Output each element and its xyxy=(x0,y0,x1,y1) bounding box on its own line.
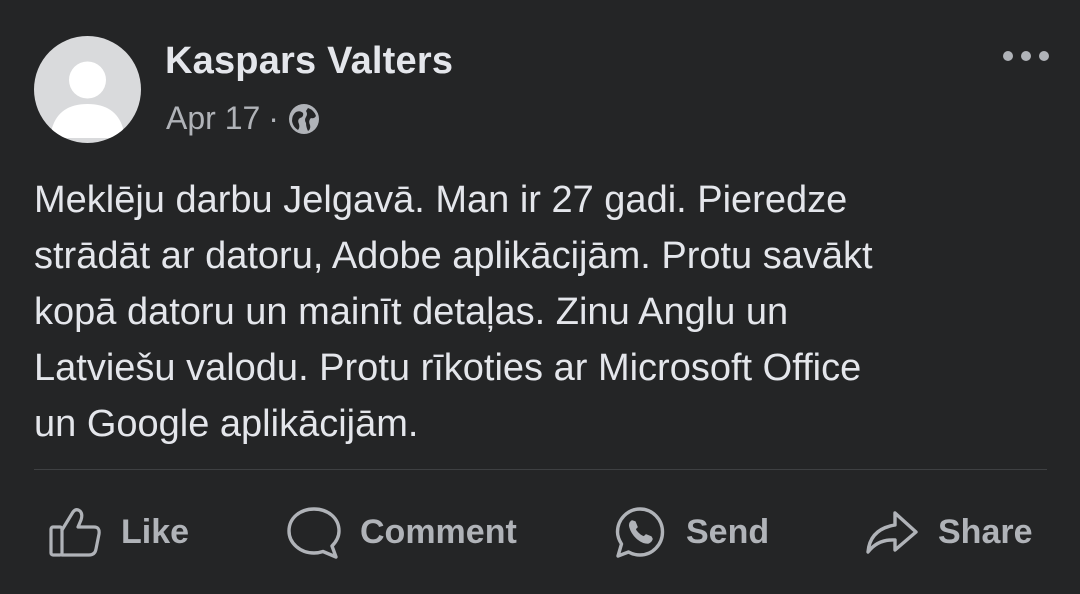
post-text-line: Latviešu valodu. Protu rīkoties ar Micro… xyxy=(34,347,862,389)
post-date[interactable]: Apr 17 xyxy=(166,100,260,137)
send-label: Send xyxy=(686,512,770,551)
divider xyxy=(34,469,1047,470)
like-button[interactable]: Like xyxy=(47,500,189,564)
speech-bubble-icon xyxy=(286,504,342,560)
comment-button[interactable]: Comment xyxy=(286,500,517,564)
post-text-line: un Google aplikācijām. xyxy=(34,403,419,445)
share-button[interactable]: Share xyxy=(864,500,1033,564)
post-text-line: kopā datoru un mainīt detaļas. Zinu Angl… xyxy=(34,291,789,333)
comment-label: Comment xyxy=(360,512,517,551)
send-button[interactable]: Send xyxy=(612,500,769,564)
meta-separator: · xyxy=(268,100,279,136)
thumbs-up-icon xyxy=(47,504,103,560)
default-avatar-icon xyxy=(50,61,125,138)
post-meta: Apr 17 · xyxy=(166,100,321,137)
like-label: Like xyxy=(121,512,190,551)
author-name[interactable]: Kaspars Valters xyxy=(165,40,453,83)
avatar[interactable] xyxy=(34,36,141,143)
post-text-line: Meklēju darbu Jelgavā. Man ir 27 gadi. P… xyxy=(34,179,848,221)
globe-icon xyxy=(287,102,321,136)
more-options-icon[interactable] xyxy=(998,44,1054,68)
post-text: Meklēju darbu Jelgavā. Man ir 27 gadi. P… xyxy=(34,172,1044,452)
post-text-line: strādāt ar datoru, Adobe aplikācijām. Pr… xyxy=(34,235,873,277)
share-arrow-icon xyxy=(864,504,920,560)
whatsapp-icon xyxy=(612,504,668,560)
share-label: Share xyxy=(938,512,1033,551)
